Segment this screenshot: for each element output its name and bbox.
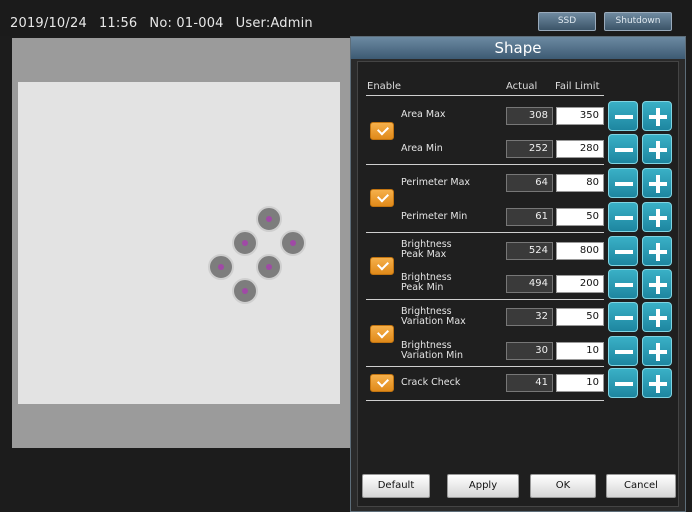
brightness-peak-enable-checkbox[interactable] xyxy=(370,257,394,275)
inspection-image-area xyxy=(12,38,350,448)
perimeter-min-actual: 61 xyxy=(506,208,553,226)
divider xyxy=(366,366,604,367)
fail-limit-column-header: Fail Limit xyxy=(555,81,600,92)
crack-check-plus-button[interactable] xyxy=(642,368,672,398)
brightness-variation-max-limit-input[interactable]: 50 xyxy=(556,308,604,326)
perimeter-max-minus-button[interactable] xyxy=(608,168,638,198)
brightness-variation-enable-checkbox[interactable] xyxy=(370,325,394,343)
area-max-actual: 308 xyxy=(506,107,553,125)
cancel-button[interactable]: Cancel xyxy=(606,474,676,498)
area-max-minus-button[interactable] xyxy=(608,101,638,131)
date-text: 2019/10/24 xyxy=(10,16,87,31)
perimeter-max-limit-input[interactable]: 80 xyxy=(556,174,604,192)
perimeter-min-minus-button[interactable] xyxy=(608,202,638,232)
enable-column-header: Enable xyxy=(367,81,402,92)
brightness-peak-min-actual: 494 xyxy=(506,275,553,293)
perimeter-min-limit-input[interactable]: 50 xyxy=(556,208,604,226)
brightness-variation-max-plus-button[interactable] xyxy=(642,302,672,332)
panel-title: Shape xyxy=(351,37,685,59)
number-text: No: 01-004 xyxy=(149,16,224,31)
brightness-variation-max-minus-button[interactable] xyxy=(608,302,638,332)
divider xyxy=(366,299,604,300)
brightness-peak-max-actual: 524 xyxy=(506,242,553,260)
brightness-variation-min-limit-input[interactable]: 10 xyxy=(556,342,604,360)
brightness-variation-min-actual: 30 xyxy=(506,342,553,360)
divider xyxy=(366,232,604,233)
crack-check-label: Crack Check xyxy=(401,377,461,388)
brightness-peak-max-minus-button[interactable] xyxy=(608,236,638,266)
brightness-peak-min-minus-button[interactable] xyxy=(608,269,638,299)
divider xyxy=(366,400,604,401)
apply-button[interactable]: Apply xyxy=(447,474,519,498)
perimeter-max-label: Perimeter Max xyxy=(401,177,471,188)
brightness-peak-max-plus-button[interactable] xyxy=(642,236,672,266)
brightness-peak-max-label-line2: Peak Max xyxy=(401,249,447,260)
divider xyxy=(366,95,604,96)
specimen-dot xyxy=(280,230,306,256)
ok-button[interactable]: OK xyxy=(530,474,596,498)
user-text: User:Admin xyxy=(235,16,313,31)
brightness-peak-min-limit-input[interactable]: 200 xyxy=(556,275,604,293)
brightness-variation-max-label: Brightness Variation Max xyxy=(401,307,466,327)
specimen-dot xyxy=(256,254,282,280)
brightness-variation-min-label-line2: Variation Min xyxy=(401,350,464,361)
brightness-variation-max-actual: 32 xyxy=(506,308,553,326)
brightness-peak-min-label-line2: Peak Min xyxy=(401,282,444,293)
default-button[interactable]: Default xyxy=(362,474,430,498)
perimeter-max-actual: 64 xyxy=(506,174,553,192)
crack-check-limit-input[interactable]: 10 xyxy=(556,374,604,392)
inspection-image xyxy=(18,82,340,404)
crack-check-minus-button[interactable] xyxy=(608,368,638,398)
specimen-dot xyxy=(208,254,234,280)
brightness-peak-max-label: Brightness Peak Max xyxy=(401,240,452,260)
ssd-button[interactable]: SSD xyxy=(538,12,596,31)
area-enable-checkbox[interactable] xyxy=(370,122,394,140)
top-status-bar: 2019/10/24 11:56 No: 01-004 User:Admin SSD … xyxy=(0,0,692,36)
area-min-actual: 252 xyxy=(506,140,553,158)
area-min-minus-button[interactable] xyxy=(608,134,638,164)
brightness-variation-min-minus-button[interactable] xyxy=(608,336,638,366)
brightness-peak-min-plus-button[interactable] xyxy=(642,269,672,299)
divider xyxy=(366,164,604,165)
perimeter-min-plus-button[interactable] xyxy=(642,202,672,232)
specimen-dot xyxy=(256,206,282,232)
area-max-limit-input[interactable]: 350 xyxy=(556,107,604,125)
specimen-dot xyxy=(232,278,258,304)
brightness-variation-min-label: Brightness Variation Min xyxy=(401,341,463,361)
perimeter-max-plus-button[interactable] xyxy=(642,168,672,198)
brightness-peak-max-limit-input[interactable]: 800 xyxy=(556,242,604,260)
area-max-label: Area Max xyxy=(401,109,446,120)
specimen-dot xyxy=(232,230,258,256)
crack-check-actual: 41 xyxy=(506,374,553,392)
area-max-plus-button[interactable] xyxy=(642,101,672,131)
area-min-label: Area Min xyxy=(401,143,443,154)
area-min-limit-input[interactable]: 280 xyxy=(556,140,604,158)
shutdown-button[interactable]: Shutdown xyxy=(604,12,672,31)
perimeter-min-label: Perimeter Min xyxy=(401,211,468,222)
time-text: 11:56 xyxy=(98,16,138,31)
status-text: 2019/10/24 11:56 No: 01-004 User:Admin xyxy=(10,16,325,31)
actual-column-header: Actual xyxy=(506,81,538,92)
left-bottom-area xyxy=(12,448,350,512)
brightness-variation-min-plus-button[interactable] xyxy=(642,336,672,366)
brightness-peak-min-label: Brightness Peak Min xyxy=(401,273,452,293)
crack-check-enable-checkbox[interactable] xyxy=(370,374,394,392)
area-min-plus-button[interactable] xyxy=(642,134,672,164)
perimeter-enable-checkbox[interactable] xyxy=(370,189,394,207)
brightness-variation-max-label-line2: Variation Max xyxy=(401,316,466,327)
